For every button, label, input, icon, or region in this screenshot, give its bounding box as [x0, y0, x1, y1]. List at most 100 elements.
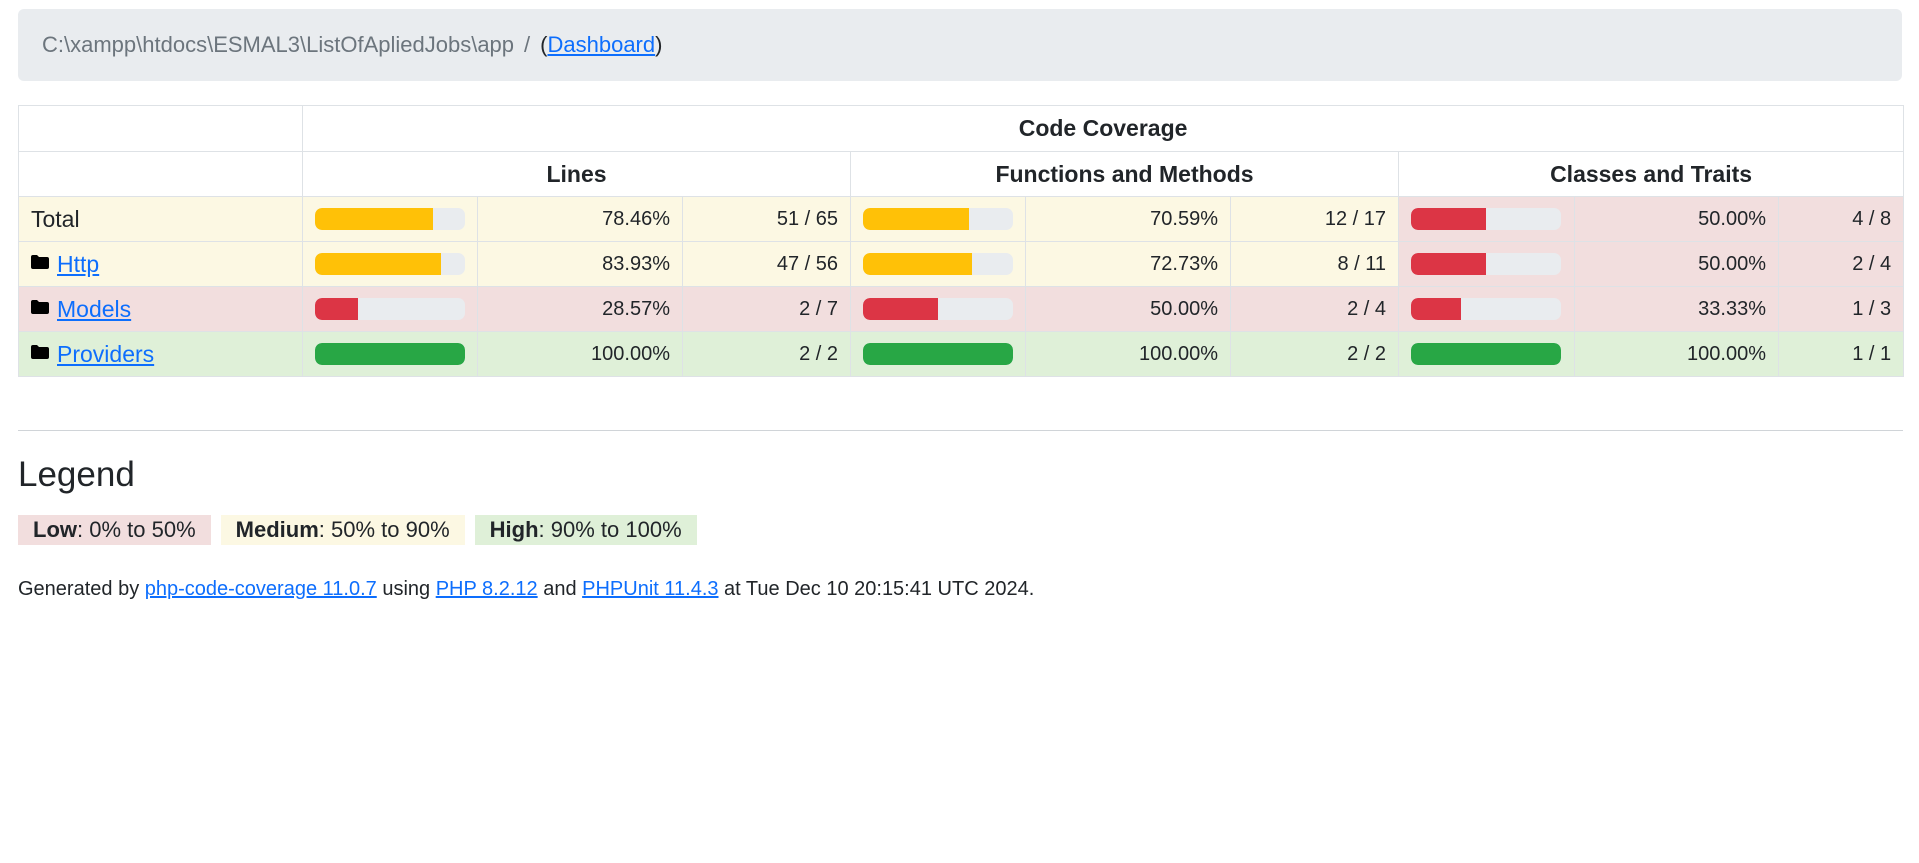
table-row: Total 78.46% 51 / 65 70.59% 12 / 17 50.00% 4 /…	[18, 196, 1905, 242]
lines-progress-bar	[315, 208, 465, 230]
legend-low-label: Low	[33, 517, 77, 542]
functions-heading: Functions and Methods	[850, 151, 1399, 197]
functions-count: 12 / 17	[1230, 196, 1399, 242]
footer: Generated by php-code-coverage 11.0.7 us…	[18, 578, 1034, 601]
legend-low: Low: 0% to 50%	[18, 515, 211, 545]
classes-progress-fill	[1411, 253, 1486, 275]
lines-progress-fill	[315, 343, 465, 365]
lines-percent: 78.46%	[477, 196, 683, 242]
header-empty-cell	[18, 105, 303, 152]
folder-icon	[31, 300, 49, 314]
functions-percent: 100.00%	[1025, 331, 1231, 377]
classes-heading: Classes and Traits	[1397, 151, 1905, 197]
footer-generated-by: Generated by	[18, 578, 145, 600]
classes-count: 1 / 3	[1777, 286, 1905, 332]
code-coverage-heading: Code Coverage	[301, 105, 1905, 152]
functions-count: 2 / 4	[1230, 286, 1399, 332]
row-name-label: Total	[31, 205, 80, 232]
legend-high: High: 90% to 100%	[474, 515, 697, 545]
lines-heading: Lines	[302, 151, 851, 197]
classes-progress-fill	[1411, 343, 1561, 365]
row-name-link-providers[interactable]: Providers	[57, 341, 154, 368]
row-name-cell: Providers	[18, 331, 303, 377]
coverage-table: Code Coverage Lines Functions and Method…	[18, 105, 1905, 377]
phpunit-link[interactable]: PHPUnit 11.4.3	[582, 578, 718, 600]
divider	[18, 430, 1903, 431]
folder-icon	[31, 345, 49, 359]
footer-timestamp: at Tue Dec 10 20:15:41 UTC 2024.	[718, 578, 1035, 600]
functions-progress-fill	[863, 208, 969, 230]
legend-high-label: High	[489, 517, 539, 542]
row-name-link-http[interactable]: Http	[57, 251, 99, 278]
footer-using: using	[376, 578, 436, 600]
row-name-link-models[interactable]: Models	[57, 296, 131, 323]
functions-bar-cell	[850, 196, 1026, 242]
table-row: Http 83.93% 47 / 56 72.73% 8 / 11 50.00% 2 / 4	[18, 241, 1905, 287]
legend-high-range: : 90% to 100%	[538, 517, 682, 542]
php-version-link[interactable]: PHP 8.2.12	[436, 578, 538, 600]
functions-percent: 50.00%	[1025, 286, 1231, 332]
legend-medium-range: : 50% to 90%	[318, 517, 450, 542]
classes-bar-cell	[1398, 286, 1575, 332]
row-name-cell: Http	[18, 241, 303, 287]
lines-progress-bar	[315, 253, 465, 275]
lines-count: 2 / 7	[682, 286, 851, 332]
dashboard-link[interactable]: Dashboard	[547, 32, 655, 58]
php-code-coverage-link[interactable]: php-code-coverage 11.0.7	[145, 578, 377, 600]
lines-progress-fill	[315, 298, 358, 320]
table-row: Providers 100.00% 2 / 2 100.00% 2 / 2 100.00%…	[18, 331, 1905, 377]
functions-progress-bar	[863, 253, 1013, 275]
functions-bar-cell	[850, 286, 1026, 332]
classes-progress-bar	[1411, 343, 1561, 365]
lines-progress-fill	[315, 208, 433, 230]
footer-and: and	[537, 578, 583, 600]
lines-count: 2 / 2	[682, 331, 851, 377]
functions-count: 2 / 2	[1230, 331, 1399, 377]
classes-progress-bar	[1411, 208, 1561, 230]
classes-progress-fill	[1411, 298, 1461, 320]
functions-progress-fill	[863, 253, 973, 275]
breadcrumb: C:\xampp\htdocs\ESMAL3\ListOfApliedJobs\…	[18, 9, 1902, 81]
header-row-caption: Code Coverage	[18, 105, 1905, 152]
legend-medium: Medium: 50% to 90%	[220, 515, 465, 545]
folder-icon	[31, 255, 49, 269]
lines-count: 51 / 65	[682, 196, 851, 242]
lines-progress-fill	[315, 253, 441, 275]
classes-bar-cell	[1398, 331, 1575, 377]
legend-low-range: : 0% to 50%	[77, 517, 196, 542]
functions-bar-cell	[850, 331, 1026, 377]
lines-percent: 100.00%	[477, 331, 683, 377]
classes-progress-bar	[1411, 253, 1561, 275]
lines-bar-cell	[302, 196, 478, 242]
functions-count: 8 / 11	[1230, 241, 1399, 287]
classes-bar-cell	[1398, 241, 1575, 287]
breadcrumb-close-paren: )	[655, 32, 663, 57]
legend-medium-label: Medium	[235, 517, 319, 542]
lines-percent: 83.93%	[477, 241, 683, 287]
lines-progress-bar	[315, 343, 465, 365]
functions-progress-bar	[863, 298, 1013, 320]
lines-bar-cell	[302, 241, 478, 287]
breadcrumb-open-paren: (	[540, 32, 548, 57]
classes-count: 2 / 4	[1777, 241, 1905, 287]
classes-percent: 100.00%	[1574, 331, 1779, 377]
lines-percent: 28.57%	[477, 286, 683, 332]
classes-progress-fill	[1411, 208, 1486, 230]
header-row-groups: Lines Functions and Methods Classes and …	[18, 151, 1905, 197]
table-row: Models 28.57% 2 / 7 50.00% 2 / 4 33.33% 1 / 3	[18, 286, 1905, 332]
functions-progress-bar	[863, 208, 1013, 230]
classes-percent: 33.33%	[1574, 286, 1779, 332]
classes-progress-bar	[1411, 298, 1561, 320]
classes-count: 4 / 8	[1777, 196, 1905, 242]
legend: Low: 0% to 50% Medium: 50% to 90% High: …	[18, 515, 707, 545]
coverage-table-body: Total 78.46% 51 / 65 70.59% 12 / 17 50.00% 4 /…	[18, 196, 1905, 377]
classes-bar-cell	[1398, 196, 1575, 242]
breadcrumb-separator: /	[524, 32, 531, 57]
functions-bar-cell	[850, 241, 1026, 287]
classes-count: 1 / 1	[1777, 331, 1905, 377]
row-name-cell: Total	[18, 196, 303, 242]
lines-count: 47 / 56	[682, 241, 851, 287]
functions-percent: 72.73%	[1025, 241, 1231, 287]
classes-percent: 50.00%	[1574, 196, 1779, 242]
lines-bar-cell	[302, 286, 478, 332]
